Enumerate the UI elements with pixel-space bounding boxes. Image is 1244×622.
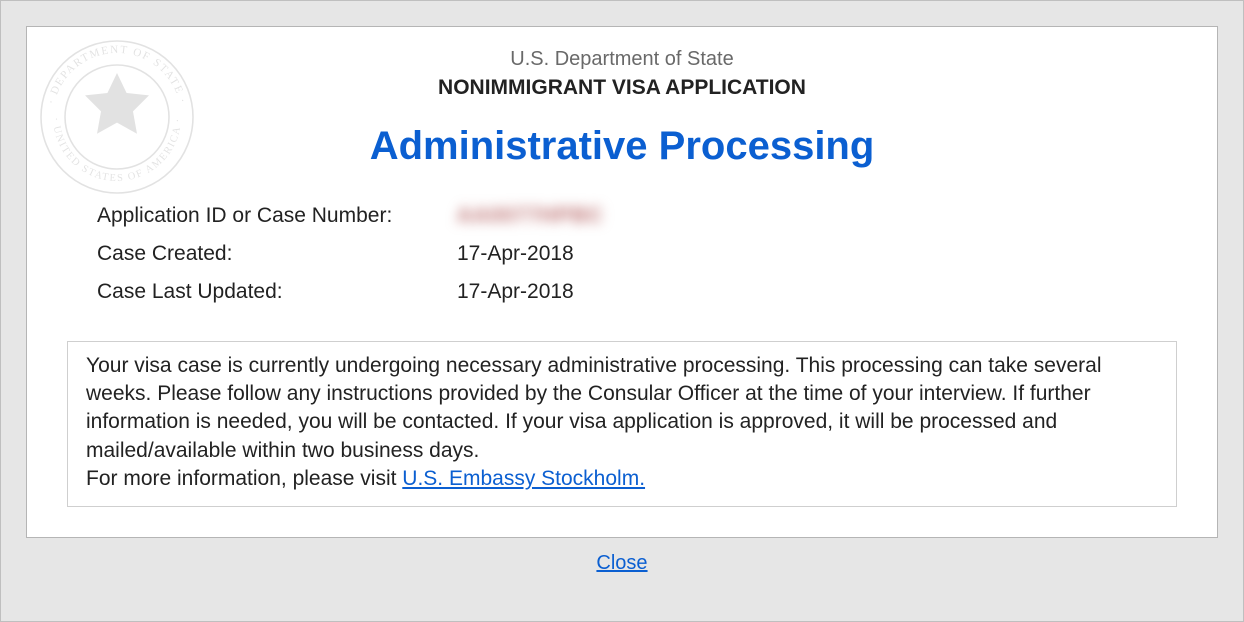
dialog-container: · DEPARTMENT OF STATE · · UNITED STATES … [0,0,1244,622]
notice-body: Your visa case is currently undergoing n… [86,354,1102,462]
row-case-created: Case Created: 17-Apr-2018 [97,235,1177,273]
application-id-label: Application ID or Case Number: [97,197,457,235]
case-updated-label: Case Last Updated: [97,273,457,311]
close-link[interactable]: Close [596,552,647,574]
row-application-id: Application ID or Case Number: AA0077HPB… [97,197,1177,235]
row-case-updated: Case Last Updated: 17-Apr-2018 [97,273,1177,311]
notice-box: Your visa case is currently undergoing n… [67,341,1177,507]
case-updated-value: 17-Apr-2018 [457,273,574,311]
case-details: Application ID or Case Number: AA0077HPB… [67,197,1177,310]
more-info-prefix: For more information, please visit [86,467,402,490]
application-id-value: AA0077HPBC [457,197,604,235]
status-title: Administrative Processing [67,124,1177,169]
department-name: U.S. Department of State [67,45,1177,73]
case-created-value: 17-Apr-2018 [457,235,574,273]
header-block: U.S. Department of State NONIMMIGRANT VI… [67,45,1177,169]
case-created-label: Case Created: [97,235,457,273]
status-card: · DEPARTMENT OF STATE · · UNITED STATES … [26,26,1218,538]
footer-row: Close [26,538,1218,587]
embassy-link[interactable]: U.S. Embassy Stockholm. [402,467,645,490]
application-type: NONIMMIGRANT VISA APPLICATION [67,73,1177,102]
